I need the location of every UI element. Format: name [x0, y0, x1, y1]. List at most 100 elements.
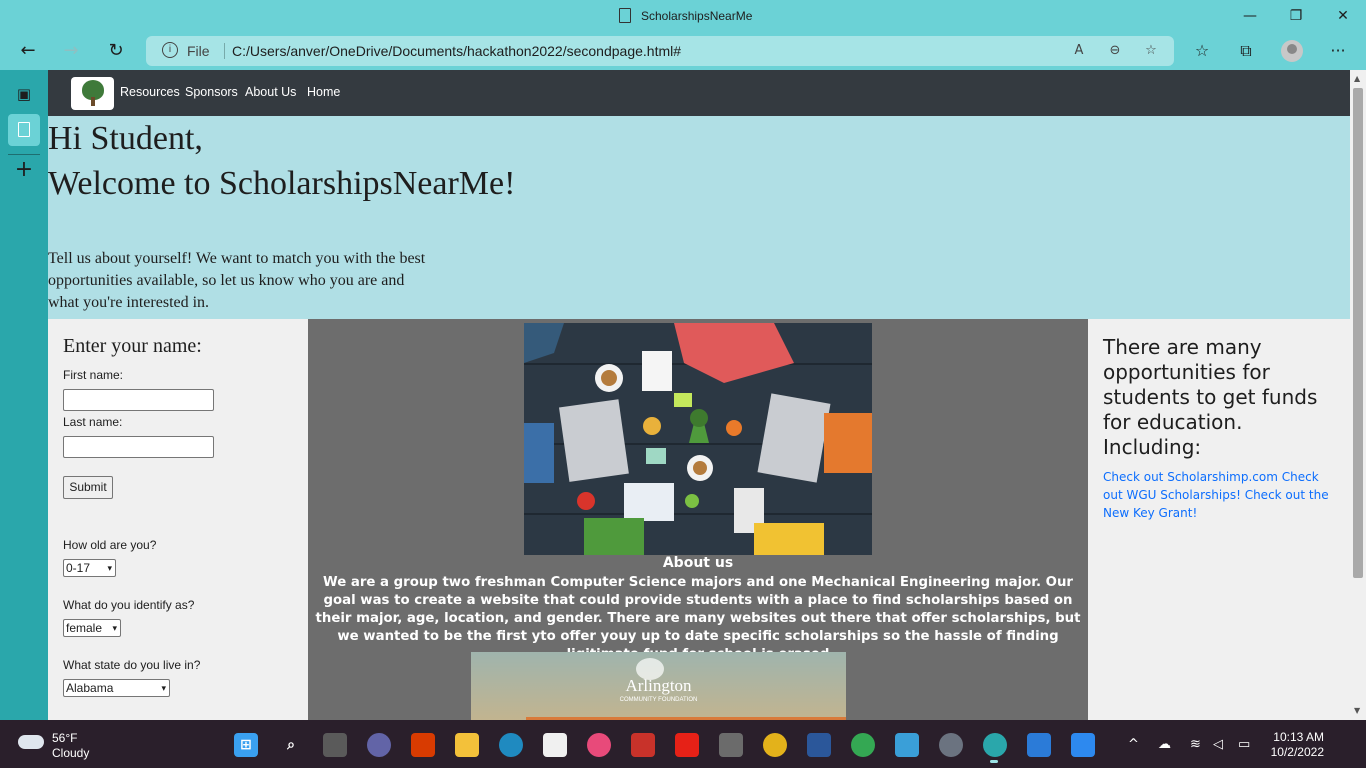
state-select[interactable]: Alabama ▾	[63, 679, 170, 697]
start-icon[interactable]: ⊞	[234, 733, 258, 757]
new-tab-button[interactable]: +	[12, 158, 36, 182]
sponsor-subtitle: COMMUNITY FOUNDATION	[619, 697, 698, 703]
scrollbar-thumb[interactable]	[1353, 88, 1363, 578]
tray-chevron-icon[interactable]: ^	[1128, 737, 1139, 752]
identity-select-value: female	[66, 621, 103, 635]
identity-label: What do you identify as?	[63, 598, 195, 612]
active-tab[interactable]	[8, 114, 40, 146]
close-button[interactable]: ✕	[1333, 6, 1353, 26]
chevron-down-icon: ▾	[112, 623, 117, 633]
itunes-icon[interactable]	[587, 733, 611, 757]
desk-photo-illustration	[524, 323, 872, 555]
tab-page-icon	[18, 122, 30, 137]
scholarship-links[interactable]: Check out Scholarshimp.com Check out WGU…	[1103, 468, 1338, 522]
refresh-button[interactable]: ↻	[103, 38, 129, 64]
chat-icon[interactable]	[367, 733, 391, 757]
vertical-tabs-sidebar: ▣ +	[0, 70, 48, 720]
settings-icon[interactable]	[939, 733, 963, 757]
search-icon[interactable]: ⌕	[279, 733, 303, 757]
add-favorite-icon[interactable]: ☆	[1142, 42, 1160, 60]
browser-toolbar: ← → ↻ i File C:/Users/anver/OneDrive/Doc…	[0, 32, 1366, 70]
chrome-profile-icon[interactable]	[851, 733, 875, 757]
notepad-icon[interactable]	[895, 733, 919, 757]
edge-dev-icon[interactable]	[983, 733, 1007, 757]
info-icon[interactable]: i	[162, 42, 178, 58]
tab-actions-icon[interactable]: ▣	[12, 82, 36, 106]
url-text[interactable]: C:/Users/anver/OneDrive/Documents/hackat…	[232, 43, 681, 59]
hero-paragraph: Tell us about yourself! We want to match…	[48, 250, 426, 311]
m-app-icon[interactable]	[719, 733, 743, 757]
sponsor-banner[interactable]: Arlington COMMUNITY FOUNDATION	[471, 652, 846, 720]
submit-button[interactable]: Submit	[63, 476, 113, 499]
youtube-icon[interactable]	[675, 733, 699, 757]
page-scrollbar[interactable]: ▲ ▼	[1350, 70, 1366, 720]
weather-condition: Cloudy	[52, 746, 90, 760]
word-icon[interactable]	[807, 733, 831, 757]
collections-icon[interactable]: ⧉	[1234, 39, 1258, 63]
hero-greeting: Hi Student,	[48, 120, 203, 157]
office-alt-icon[interactable]	[631, 733, 655, 757]
first-name-label: First name:	[63, 368, 124, 382]
hero-welcome: Welcome to ScholarshipsNearMe!	[48, 165, 516, 202]
forward-button[interactable]: →	[58, 38, 84, 64]
restore-button[interactable]: ❐	[1286, 6, 1306, 26]
state-label: What state do you live in?	[63, 658, 201, 672]
about-body: We are a group two freshman Computer Sci…	[315, 575, 1081, 662]
age-select-value: 0-17	[66, 561, 91, 575]
chevron-down-icon: ▾	[107, 563, 112, 573]
nav-link-resources[interactable]: Resources	[120, 85, 180, 99]
scroll-down-icon[interactable]: ▼	[1354, 706, 1360, 715]
about-title: About us	[662, 555, 734, 571]
address-bar[interactable]: i File C:/Users/anver/OneDrive/Documents…	[146, 36, 1174, 66]
battery-icon[interactable]: ▭	[1238, 737, 1250, 752]
store-icon[interactable]	[543, 733, 567, 757]
more-menu-icon[interactable]: ···	[1326, 39, 1350, 63]
site-logo[interactable]	[71, 77, 114, 110]
nav-link-about-us[interactable]: About Us	[245, 85, 296, 99]
minimize-button[interactable]: —	[1240, 6, 1260, 26]
read-aloud-icon[interactable]: A	[1070, 42, 1088, 60]
last-name-label: Last name:	[63, 415, 123, 429]
clock-date: 10/2/2022	[1270, 745, 1324, 759]
browser-title-bar: ScholarshipsNearMe — ❐ ✕	[0, 0, 1366, 32]
file-explorer-icon[interactable]	[455, 733, 479, 757]
page-icon	[619, 8, 631, 23]
chrome-icon[interactable]	[763, 733, 787, 757]
name-form-column: Enter your name: First name: Last name: …	[48, 319, 308, 720]
identity-select[interactable]: female ▾	[63, 619, 121, 637]
window-title: ScholarshipsNearMe	[641, 9, 753, 23]
age-select[interactable]: 0-17 ▾	[63, 559, 116, 577]
zoom-out-icon[interactable]: ⊖	[1106, 42, 1124, 60]
opportunities-heading: There are many opportunities for student…	[1103, 335, 1318, 459]
hero-section: Hi Student, Welcome to ScholarshipsNearM…	[48, 116, 1350, 319]
clock-time: 10:13 AM	[1273, 730, 1324, 744]
media-player-icon[interactable]	[1027, 733, 1051, 757]
nav-link-home[interactable]: Home	[307, 85, 340, 99]
address-separator	[224, 43, 225, 59]
tree-trunk	[91, 97, 95, 106]
volume-icon[interactable]: ◁	[1213, 737, 1223, 752]
taskbar-clock[interactable]: 10:13 AM 10/2/2022	[1268, 730, 1324, 760]
back-button[interactable]: ←	[15, 38, 41, 64]
cloud-icon	[18, 735, 44, 749]
first-name-input[interactable]	[63, 389, 214, 411]
sponsor-name: Arlington	[625, 676, 692, 695]
page-viewport: Resources Sponsors About Us Home Hi Stud…	[48, 70, 1350, 720]
profile-avatar[interactable]	[1281, 40, 1303, 62]
wifi-icon[interactable]: ≋	[1190, 737, 1201, 752]
scroll-up-icon[interactable]: ▲	[1354, 74, 1360, 83]
form-heading: Enter your name:	[63, 335, 202, 357]
last-name-input[interactable]	[63, 436, 214, 458]
photos-icon[interactable]	[1071, 733, 1095, 757]
office-icon[interactable]	[411, 733, 435, 757]
students-desk-photo	[524, 323, 872, 555]
site-navbar: Resources Sponsors About Us Home	[48, 70, 1350, 116]
favorites-icon[interactable]: ☆	[1190, 39, 1214, 63]
nav-link-sponsors[interactable]: Sponsors	[185, 85, 238, 99]
state-select-value: Alabama	[66, 681, 114, 695]
opportunities-column: There are many opportunities for student…	[1088, 319, 1350, 720]
onedrive-icon[interactable]: ☁	[1158, 737, 1171, 752]
weather-temp: 56°F	[52, 731, 78, 745]
task-view-icon[interactable]	[323, 733, 347, 757]
edge-icon[interactable]	[499, 733, 523, 757]
